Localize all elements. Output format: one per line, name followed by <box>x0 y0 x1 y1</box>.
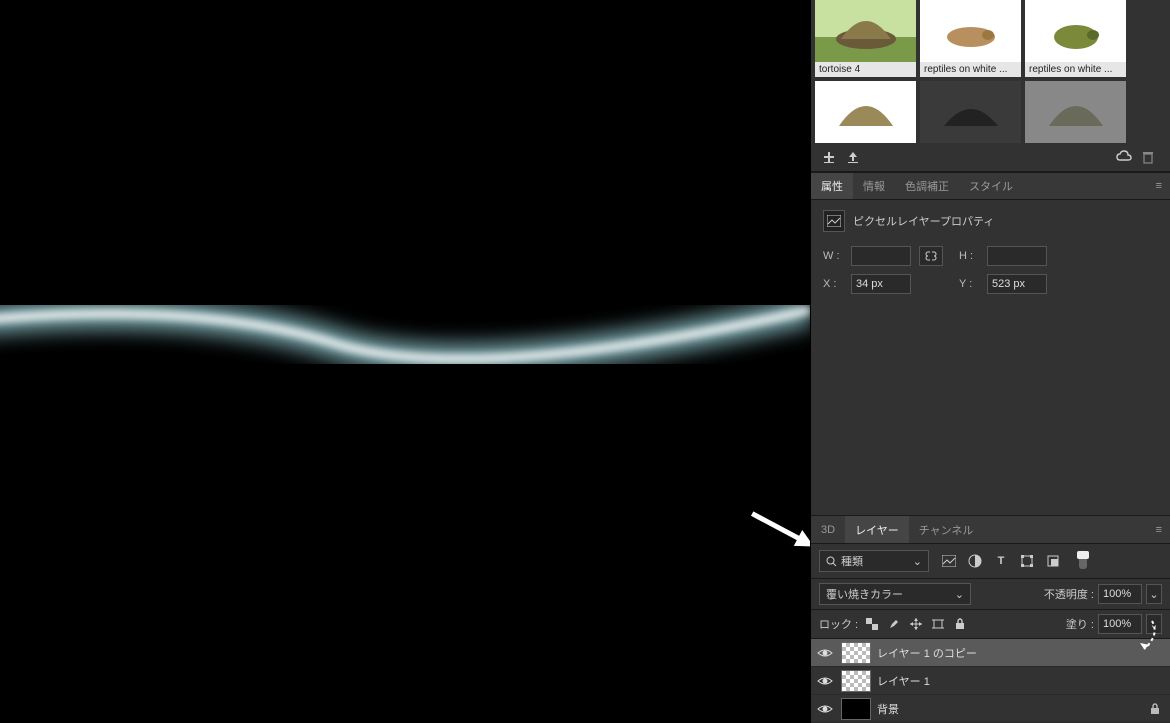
filter-toggle[interactable] <box>1079 553 1087 569</box>
kind-label: 種類 <box>841 553 863 569</box>
layers-filter-row: 種類 ⌄ T <box>811 544 1170 579</box>
filter-smart-icon[interactable] <box>1045 553 1061 569</box>
lock-all-icon[interactable] <box>952 616 968 632</box>
tab-properties[interactable]: 属性 <box>811 173 853 199</box>
lock-brush-icon[interactable] <box>886 616 902 632</box>
chevron-down-icon[interactable]: ⌄ <box>1146 584 1162 604</box>
library-item[interactable]: reptiles on white ... <box>1025 0 1126 77</box>
tab-channels[interactable]: チャンネル <box>909 516 984 543</box>
layer-kind-select[interactable]: 種類 ⌄ <box>819 550 929 572</box>
width-input[interactable] <box>851 246 911 266</box>
library-thumb <box>815 0 916 62</box>
light-streak-artwork <box>0 290 810 380</box>
library-toolbar <box>811 143 1170 172</box>
library-thumb <box>1025 81 1126 143</box>
layer-row[interactable]: 背景 <box>811 695 1170 723</box>
library-grid: tortoise 4 reptiles on white ... reptile… <box>811 0 1170 143</box>
width-label: W : <box>823 250 843 262</box>
layers-tabs: 3D レイヤー チャンネル ≡ <box>811 516 1170 544</box>
y-input[interactable] <box>987 274 1047 294</box>
layer-row[interactable]: レイヤー 1 <box>811 667 1170 695</box>
tab-info[interactable]: 情報 <box>853 173 895 199</box>
library-label: reptiles on white ... <box>1025 62 1126 77</box>
height-label: H : <box>959 250 979 262</box>
lock-icon <box>1150 703 1166 715</box>
arrow-annotation <box>746 503 810 557</box>
tab-layers[interactable]: レイヤー <box>845 516 909 543</box>
layer-list: レイヤー 1 のコピー レイヤー 1 背景 <box>811 639 1170 723</box>
y-label: Y : <box>959 278 979 290</box>
canvas-area[interactable] <box>0 0 810 723</box>
chevron-down-icon: ⌄ <box>913 555 922 568</box>
layer-name[interactable]: レイヤー 1 のコピー <box>877 645 977 661</box>
filter-text-icon[interactable]: T <box>993 553 1009 569</box>
library-item[interactable] <box>815 81 916 143</box>
library-thumb <box>920 0 1021 62</box>
x-input[interactable] <box>851 274 911 294</box>
blend-mode-select[interactable]: 覆い焼きカラー ⌄ <box>819 583 971 605</box>
library-item[interactable] <box>920 81 1021 143</box>
visibility-eye-icon[interactable] <box>815 647 835 659</box>
library-thumb <box>920 81 1021 143</box>
filter-pixel-icon[interactable] <box>941 553 957 569</box>
height-input[interactable] <box>987 246 1047 266</box>
tab-styles[interactable]: スタイル <box>959 173 1023 199</box>
library-thumb <box>1025 0 1126 62</box>
panel-menu-icon[interactable]: ≡ <box>1148 524 1170 536</box>
layers-section: 3D レイヤー チャンネル ≡ 種類 ⌄ T 覆い焼きカラー <box>811 515 1170 723</box>
properties-title: ピクセルレイヤープロパティ <box>853 213 994 229</box>
library-label: tortoise 4 <box>815 62 916 77</box>
properties-body: ピクセルレイヤープロパティ W : H : X : Y : <box>811 200 1170 312</box>
dashed-curve-annotation <box>1140 619 1158 651</box>
upload-icon[interactable] <box>843 147 863 167</box>
library-item[interactable]: tortoise 4 <box>815 0 916 77</box>
layer-thumbnail[interactable] <box>841 698 871 720</box>
add-to-library-icon[interactable] <box>819 147 839 167</box>
pixel-layer-icon <box>823 210 845 232</box>
filter-shape-icon[interactable] <box>1019 553 1035 569</box>
opacity-label: 不透明度 : <box>1044 586 1094 602</box>
link-dimensions-icon[interactable] <box>919 246 943 266</box>
visibility-eye-icon[interactable] <box>815 703 835 715</box>
layer-name[interactable]: 背景 <box>877 701 899 717</box>
blend-row: 覆い焼きカラー ⌄ 不透明度 : 100% ⌄ <box>811 579 1170 610</box>
properties-tabs: 属性 情報 色調補正 スタイル ≡ <box>811 172 1170 200</box>
chevron-down-icon: ⌄ <box>955 588 964 601</box>
x-label: X : <box>823 278 843 290</box>
lock-transparent-icon[interactable] <box>864 616 880 632</box>
library-label: reptiles on white ... <box>920 62 1021 77</box>
trash-icon[interactable] <box>1138 147 1158 167</box>
cc-cloud-icon[interactable] <box>1114 147 1134 167</box>
filter-adjust-icon[interactable] <box>967 553 983 569</box>
fill-value[interactable]: 100% <box>1098 614 1142 634</box>
tab-adjustments[interactable]: 色調補正 <box>895 173 959 199</box>
lock-artboard-icon[interactable] <box>930 616 946 632</box>
layer-thumbnail[interactable] <box>841 670 871 692</box>
blend-mode-value: 覆い焼きカラー <box>826 586 903 602</box>
tab-3d[interactable]: 3D <box>811 516 845 543</box>
lock-label: ロック : <box>819 616 858 632</box>
fill-label: 塗り : <box>1066 616 1094 632</box>
panel-menu-icon[interactable]: ≡ <box>1148 180 1170 192</box>
opacity-value[interactable]: 100% <box>1098 584 1142 604</box>
layer-name[interactable]: レイヤー 1 <box>877 673 930 689</box>
library-thumb <box>815 81 916 143</box>
search-icon <box>826 556 837 567</box>
right-panel: tortoise 4 reptiles on white ... reptile… <box>810 0 1170 723</box>
visibility-eye-icon[interactable] <box>815 675 835 687</box>
lock-row: ロック : 塗り : 100% ⌄ <box>811 610 1170 639</box>
layer-thumbnail[interactable] <box>841 642 871 664</box>
library-item[interactable]: reptiles on white ... <box>920 0 1021 77</box>
lock-position-icon[interactable] <box>908 616 924 632</box>
library-item[interactable] <box>1025 81 1126 143</box>
layer-row[interactable]: レイヤー 1 のコピー <box>811 639 1170 667</box>
